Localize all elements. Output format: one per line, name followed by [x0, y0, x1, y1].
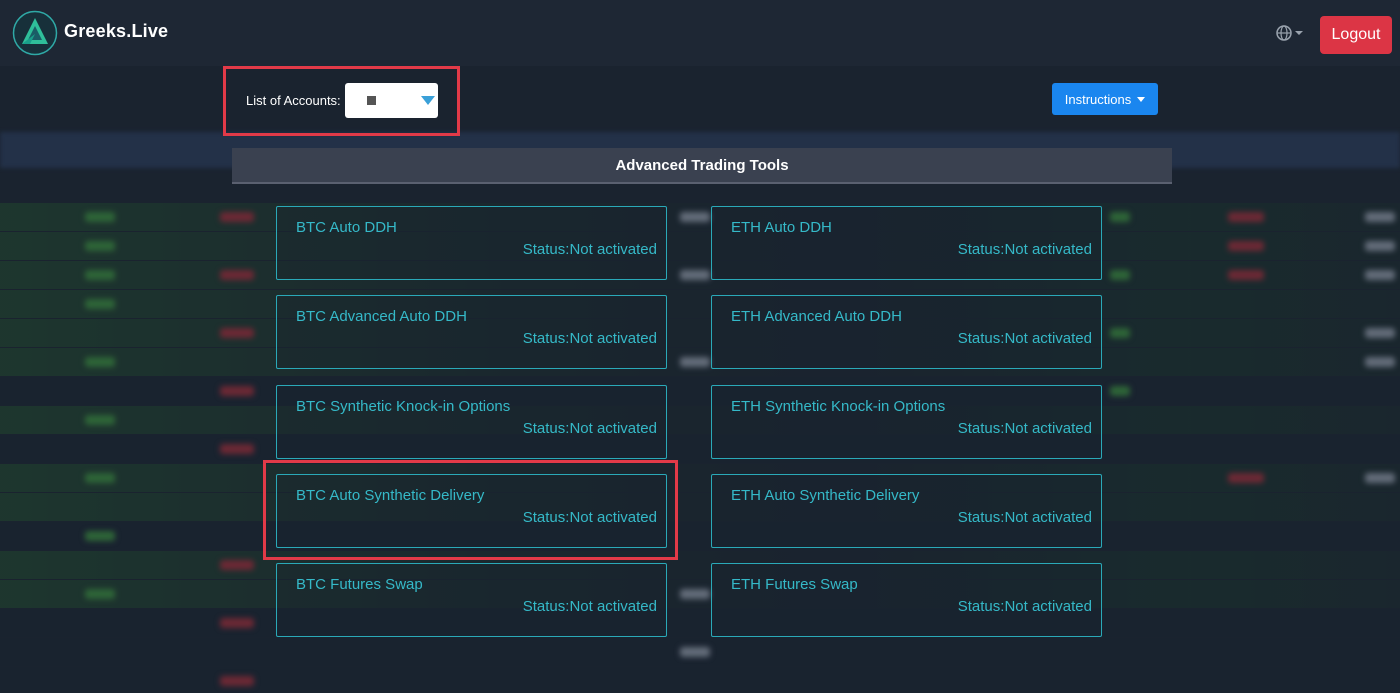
- globe-icon[interactable]: [1275, 24, 1307, 42]
- tool-card-btc-auto-ddh[interactable]: BTC Auto DDH Status:Not activated: [276, 206, 667, 280]
- instructions-label: Instructions: [1064, 91, 1132, 107]
- tool-status: Status:Not activated: [957, 241, 1092, 258]
- tool-card-eth-auto-ddh[interactable]: ETH Auto DDH Status:Not activated: [711, 206, 1102, 280]
- tool-status: Status:Not activated: [522, 330, 657, 347]
- tool-name: BTC Synthetic Knock-in Options: [296, 398, 511, 415]
- selected-account-value: [367, 96, 376, 105]
- tool-name: BTC Advanced Auto DDH: [296, 308, 467, 325]
- dropdown-caret-icon: [421, 96, 435, 105]
- greeks-live-logo: [12, 10, 58, 56]
- modal-overlay: [0, 0, 1400, 693]
- section-title: Advanced Trading Tools: [232, 148, 1172, 184]
- tool-status: Status:Not activated: [522, 598, 657, 615]
- tool-status: Status:Not activated: [522, 420, 657, 437]
- brand-name: Greeks.Live: [64, 21, 169, 41]
- top-bar: Greeks.Live Logout: [0, 0, 1400, 66]
- accounts-label: List of Accounts:: [246, 93, 341, 108]
- tool-status: Status:Not activated: [957, 330, 1092, 347]
- tool-card-btc-advanced-auto-ddh[interactable]: BTC Advanced Auto DDH Status:Not activat…: [276, 295, 667, 369]
- tool-card-btc-auto-synthetic-delivery[interactable]: BTC Auto Synthetic Delivery Status:Not a…: [276, 474, 667, 548]
- tool-card-eth-advanced-auto-ddh[interactable]: ETH Advanced Auto DDH Status:Not activat…: [711, 295, 1102, 369]
- tool-status: Status:Not activated: [522, 509, 657, 526]
- tool-card-btc-synthetic-knock-in-options[interactable]: BTC Synthetic Knock-in Options Status:No…: [276, 385, 667, 459]
- tool-status: Status:Not activated: [957, 598, 1092, 615]
- tool-card-eth-auto-synthetic-delivery[interactable]: ETH Auto Synthetic Delivery Status:Not a…: [711, 474, 1102, 548]
- tool-name: BTC Auto Synthetic Delivery: [296, 487, 485, 504]
- tool-status: Status:Not activated: [522, 241, 657, 258]
- tool-name: BTC Auto DDH: [296, 219, 397, 236]
- tool-name: ETH Futures Swap: [731, 576, 858, 593]
- tool-card-eth-futures-swap[interactable]: ETH Futures Swap Status:Not activated: [711, 563, 1102, 637]
- accounts-select[interactable]: [345, 83, 438, 118]
- tool-name: ETH Synthetic Knock-in Options: [731, 398, 946, 415]
- caret-down-icon: [1137, 96, 1146, 102]
- tool-card-eth-synthetic-knock-in-options[interactable]: ETH Synthetic Knock-in Options Status:No…: [711, 385, 1102, 459]
- tool-name: ETH Advanced Auto DDH: [731, 308, 902, 325]
- instructions-dropdown-button[interactable]: Instructions: [1052, 83, 1158, 115]
- tool-name: ETH Auto DDH: [731, 219, 832, 236]
- tool-name: BTC Futures Swap: [296, 576, 423, 593]
- tool-name: ETH Auto Synthetic Delivery: [731, 487, 920, 504]
- logout-button[interactable]: Logout: [1320, 16, 1392, 54]
- tool-status: Status:Not activated: [957, 420, 1092, 437]
- tool-status: Status:Not activated: [957, 509, 1092, 526]
- section-title-text: Advanced Trading Tools: [615, 156, 789, 174]
- tool-card-btc-futures-swap[interactable]: BTC Futures Swap Status:Not activated: [276, 563, 667, 637]
